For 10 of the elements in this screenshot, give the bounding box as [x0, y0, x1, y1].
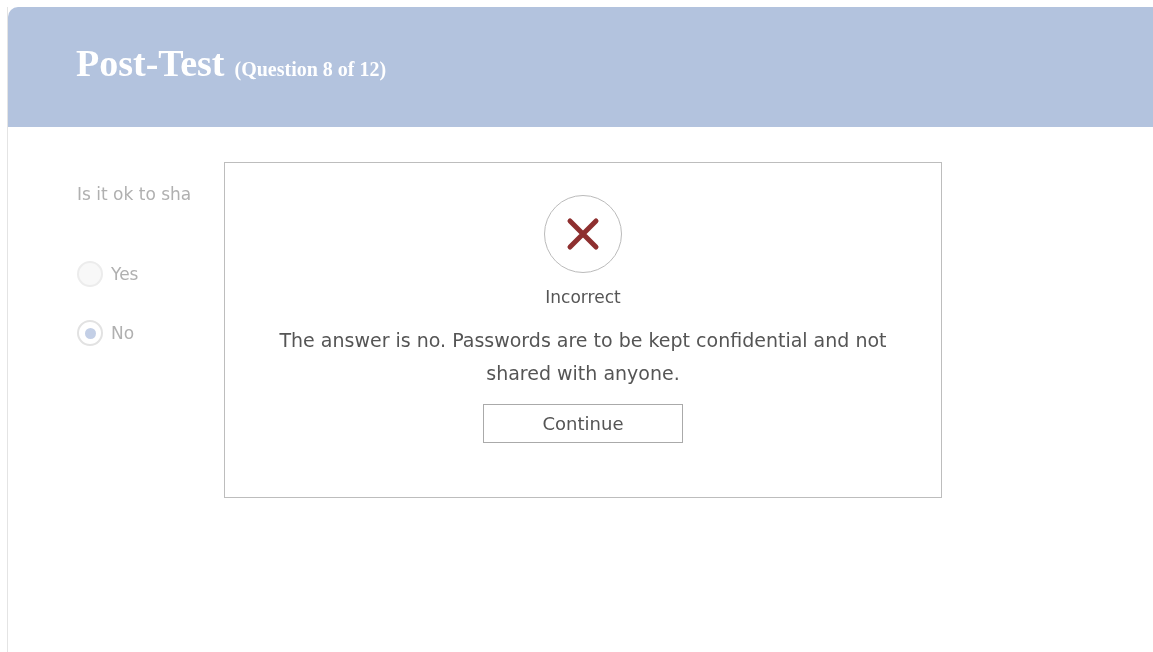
slide-title: Post-Test [76, 41, 225, 85]
option-label: Yes [111, 264, 139, 284]
cross-icon [543, 194, 623, 274]
status-label: Incorrect [545, 287, 621, 307]
option-label: No [111, 323, 135, 343]
slide-subtitle: (Question 8 of 12) [234, 58, 387, 81]
continue-button[interactable]: Continue [483, 404, 683, 443]
question-text: Is it ok to sha [77, 184, 193, 204]
feedback-message: The answer is no. Passwords are to be kept confidential and not shared with anyone. [278, 328, 888, 386]
radio-button[interactable] [77, 320, 103, 346]
